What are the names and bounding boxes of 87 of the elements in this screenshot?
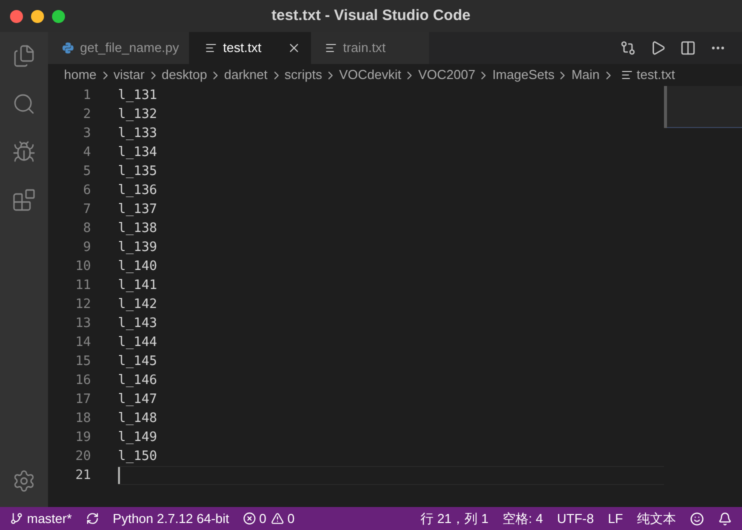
scrollbar[interactable] [664,86,667,128]
breadcrumb-item[interactable]: VOCdevkit [339,65,402,85]
line-number: 2 [82,106,91,124]
code-text: l_148 [118,410,158,428]
branch-name[interactable]: master* [27,508,72,528]
split-editor-icon[interactable] [680,40,696,56]
settings-icon[interactable] [12,469,36,493]
files-icon[interactable] [12,44,36,68]
sync-icon[interactable] [86,512,99,525]
line-number: 12 [74,296,91,314]
line-number: 11 [74,277,91,295]
line-number: 16 [74,372,91,390]
line-number: 1 [82,87,91,105]
breadcrumb-item[interactable]: scripts [284,65,322,85]
line-number: 6 [82,182,91,200]
code-text: l_139 [118,238,158,257]
line-number: 9 [82,239,91,257]
line-number: 5 [82,163,91,181]
maximize-window-button[interactable] [52,10,65,22]
interpreter-label[interactable]: Python 2.7.12 64-bit [112,508,230,528]
line-number: 20 [74,448,91,466]
code-text: l_138 [118,220,158,238]
breadcrumb-item[interactable]: Main [571,65,600,85]
code-text: l_137 [118,200,158,219]
warning-count[interactable]: 0 [287,508,295,528]
line-number: 3 [82,125,91,143]
indentation[interactable]: 空格: 4 [502,508,543,528]
editor-tab[interactable]: test.txt [189,32,312,64]
close-window-button[interactable] [10,10,23,22]
code-text: l_133 [118,124,158,143]
code-text: l_150 [118,448,158,466]
extensions-icon[interactable] [12,188,36,212]
error-count[interactable]: 0 [259,508,266,528]
line-ending[interactable]: LF [608,508,623,528]
line-number: 14 [74,334,91,352]
line-number: 4 [82,144,91,162]
code-text: l_135 [118,162,158,181]
text-cursor [118,467,120,484]
breadcrumb-item[interactable]: test.txt [636,65,675,85]
line-number: 15 [74,353,91,371]
minimize-window-button[interactable] [31,10,44,22]
compare-icon[interactable] [620,40,636,56]
breadcrumb-item[interactable]: home [64,65,97,85]
code-text: l_142 [118,296,158,314]
code-text: l_149 [118,428,158,447]
warning-icon [271,512,284,525]
code-text: l_146 [118,372,158,390]
cursor-position[interactable]: 行 21，列 1 [420,508,489,528]
breadcrumb-item[interactable]: ImageSets [492,65,554,85]
python-icon [62,42,74,54]
line-number: 17 [74,391,91,409]
bug-icon[interactable] [12,140,36,164]
run-icon[interactable] [650,40,666,56]
window-title: test.txt - Visual Studio Code [272,6,470,26]
code-text: l_145 [118,352,158,371]
feedback-icon[interactable] [690,512,704,526]
breadcrumb-item[interactable]: darknet [224,65,268,85]
lines-icon [205,42,218,54]
line-number: 21 [74,467,91,485]
code-text: l_143 [118,314,158,333]
breadcrumb-item[interactable]: vistar [114,65,145,85]
lines-icon [325,42,338,54]
code-text: l_144 [118,334,158,352]
encoding[interactable]: UTF-8 [556,508,594,528]
line-number: 18 [74,410,91,428]
editor-tab[interactable]: get_file_name.py [48,32,190,64]
bell-icon[interactable] [718,512,732,526]
language-mode[interactable]: 纯文本 [637,508,676,528]
branch-icon [10,512,23,525]
code-text: l_141 [118,276,158,295]
line-number: 13 [74,315,91,333]
code-text: l_147 [118,390,158,409]
code-text: l_134 [118,144,158,162]
breadcrumb-item[interactable]: VOC2007 [418,65,476,85]
line-number: 7 [82,201,91,219]
code-text: l_131 [118,86,158,105]
error-icon [243,512,256,525]
code-text: l_136 [118,182,158,200]
code-text: l_140 [118,258,158,276]
breadcrumb-item[interactable]: desktop [162,65,208,85]
line-number: 19 [74,429,91,447]
code-text: l_132 [118,106,158,124]
line-number: 8 [82,220,91,238]
editor-tab[interactable]: train.txt [311,32,430,64]
lines-icon [620,69,633,81]
line-number: 10 [74,258,91,276]
search-icon[interactable] [12,92,36,116]
